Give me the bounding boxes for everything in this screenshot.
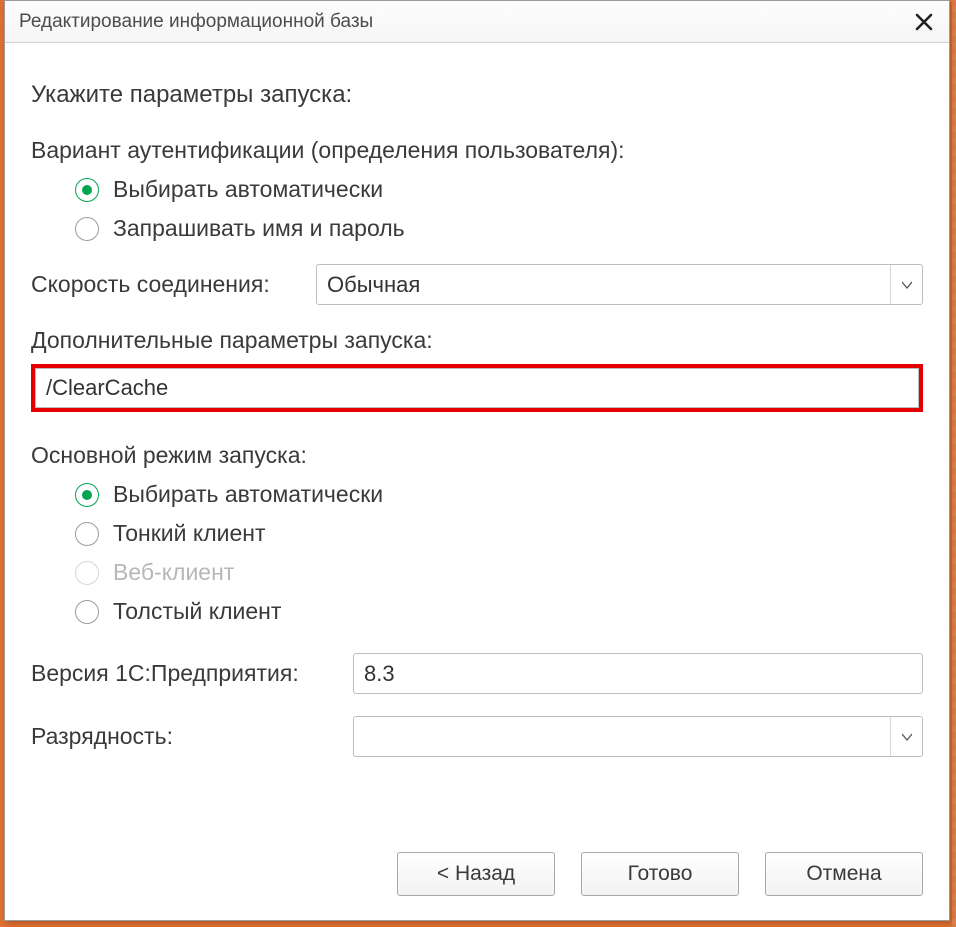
label-auth-variant: Вариант аутентификации (определения поль… xyxy=(31,137,923,164)
label-bitness: Разрядность: xyxy=(31,723,353,750)
radio-icon xyxy=(75,561,99,585)
row-version: Версия 1С:Предприятия: xyxy=(31,653,923,694)
combo-dropdown-button[interactable] xyxy=(890,265,922,304)
combo-bitness[interactable] xyxy=(353,716,923,757)
radio-icon xyxy=(75,600,99,624)
label-extra-params: Дополнительные параметры запуска: xyxy=(31,327,923,354)
combo-value xyxy=(354,717,890,756)
radio-auth-ask[interactable]: Запрашивать имя и пароль xyxy=(75,215,923,242)
radio-icon xyxy=(75,483,99,507)
chevron-down-icon xyxy=(902,733,912,741)
radio-runmode-auto[interactable]: Выбирать автоматически xyxy=(75,481,923,508)
combo-dropdown-button[interactable] xyxy=(890,717,922,756)
runmode-radio-group: Выбирать автоматически Тонкий клиент Веб… xyxy=(75,481,923,625)
radio-label: Выбирать автоматически xyxy=(113,176,383,203)
radio-label: Веб-клиент xyxy=(113,559,234,586)
done-button[interactable]: Готово xyxy=(581,852,739,896)
highlight-extra-params xyxy=(31,364,923,412)
close-button[interactable] xyxy=(909,7,939,37)
radio-label: Выбирать автоматически xyxy=(113,481,383,508)
dialog-title: Редактирование информационной базы xyxy=(19,11,909,33)
close-icon xyxy=(915,13,933,31)
radio-runmode-thin[interactable]: Тонкий клиент xyxy=(75,520,923,547)
combo-value: Обычная xyxy=(317,265,890,304)
radio-icon xyxy=(75,522,99,546)
heading-launch-params: Укажите параметры запуска: xyxy=(31,81,923,109)
cancel-button[interactable]: Отмена xyxy=(765,852,923,896)
row-connection-speed: Скорость соединения: Обычная xyxy=(31,264,923,305)
button-label: < Назад xyxy=(437,862,515,886)
radio-icon xyxy=(75,178,99,202)
radio-runmode-web: Веб-клиент xyxy=(75,559,923,586)
right-edge-decoration xyxy=(952,0,956,927)
radio-label: Тонкий клиент xyxy=(113,520,266,547)
label-run-mode: Основной режим запуска: xyxy=(31,442,923,469)
titlebar: Редактирование информационной базы xyxy=(5,1,949,43)
chevron-down-icon xyxy=(902,281,912,289)
footer: < Назад Готово Отмена xyxy=(5,832,949,920)
radio-icon xyxy=(75,217,99,241)
input-extra-params[interactable] xyxy=(35,368,919,408)
auth-radio-group: Выбирать автоматически Запрашивать имя и… xyxy=(75,176,923,242)
back-button[interactable]: < Назад xyxy=(397,852,555,896)
label-version: Версия 1С:Предприятия: xyxy=(31,660,353,687)
radio-auth-auto[interactable]: Выбирать автоматически xyxy=(75,176,923,203)
radio-label: Запрашивать имя и пароль xyxy=(113,215,405,242)
combo-connection-speed[interactable]: Обычная xyxy=(316,264,923,305)
button-label: Отмена xyxy=(806,862,881,886)
row-bitness: Разрядность: xyxy=(31,716,923,757)
dialog: Редактирование информационной базы Укажи… xyxy=(4,0,950,921)
button-label: Готово xyxy=(628,862,693,886)
radio-runmode-thick[interactable]: Толстый клиент xyxy=(75,598,923,625)
input-version[interactable] xyxy=(353,653,923,694)
radio-label: Толстый клиент xyxy=(113,598,281,625)
dialog-body: Укажите параметры запуска: Вариант аутен… xyxy=(5,43,949,832)
label-connection-speed: Скорость соединения: xyxy=(31,271,316,298)
